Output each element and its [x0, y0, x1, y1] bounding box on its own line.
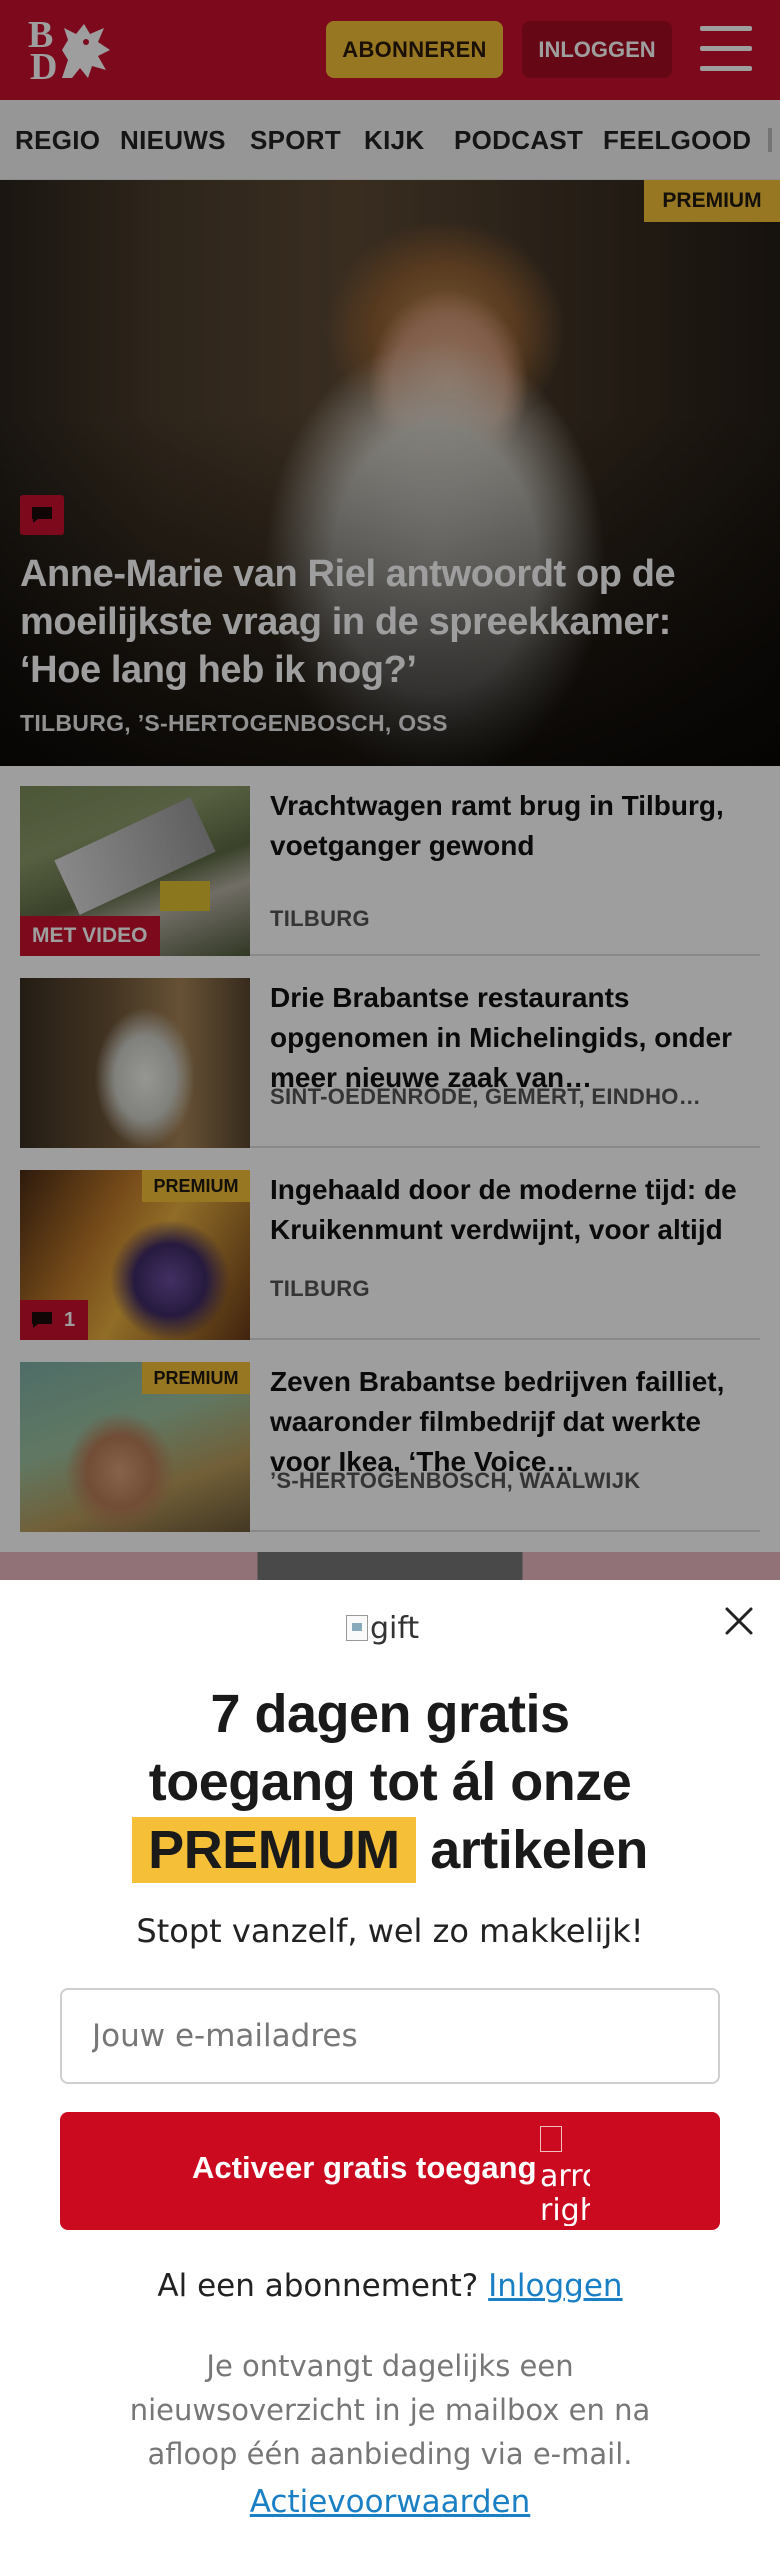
close-icon[interactable]: [722, 1604, 756, 1638]
headline-line-1: 7 dagen gratis: [210, 1684, 570, 1744]
terms-link[interactable]: Actievoorwaarden: [0, 2484, 780, 2520]
broken-image-icon: [346, 1615, 368, 1641]
headline-line-3-rest: artikelen: [430, 1820, 648, 1880]
premium-trial-modal: gift 7 dagen gratis toegang tot ál onze …: [0, 1580, 780, 2560]
gift-icon: gift: [346, 1608, 419, 1648]
arrow-right-icon: arrow right: [540, 2126, 590, 2226]
login-prompt: Al een abonnement?: [157, 2268, 479, 2304]
modal-subline: Stopt vanzelf, wel zo makkelijk!: [136, 1912, 644, 1950]
cta-label: Activeer gratis toegang: [192, 2150, 537, 2185]
activate-trial-button[interactable]: Activeer gratis toegang arrow right: [60, 2112, 720, 2230]
headline-line-2: toegang tot ál onze: [148, 1752, 632, 1812]
headline-premium-highlight: PREMIUM: [132, 1817, 416, 1883]
arrow-alt-text: arrow right: [540, 2159, 590, 2227]
info-text: Je ontvangt dagelijks een nieuwsoverzich…: [129, 2349, 651, 2471]
headline-line-3: PREMIUM artikelen: [40, 1816, 740, 1884]
login-prompt-row: Al een abonnement? Inloggen: [0, 2268, 780, 2304]
modal-headline: 7 dagen gratis toegang tot ál onze PREMI…: [40, 1680, 740, 1884]
email-field[interactable]: [60, 1988, 720, 2084]
modal-backdrop[interactable]: [0, 0, 780, 1580]
gift-alt-text: gift: [370, 1610, 420, 1646]
login-link[interactable]: Inloggen: [488, 2268, 622, 2304]
